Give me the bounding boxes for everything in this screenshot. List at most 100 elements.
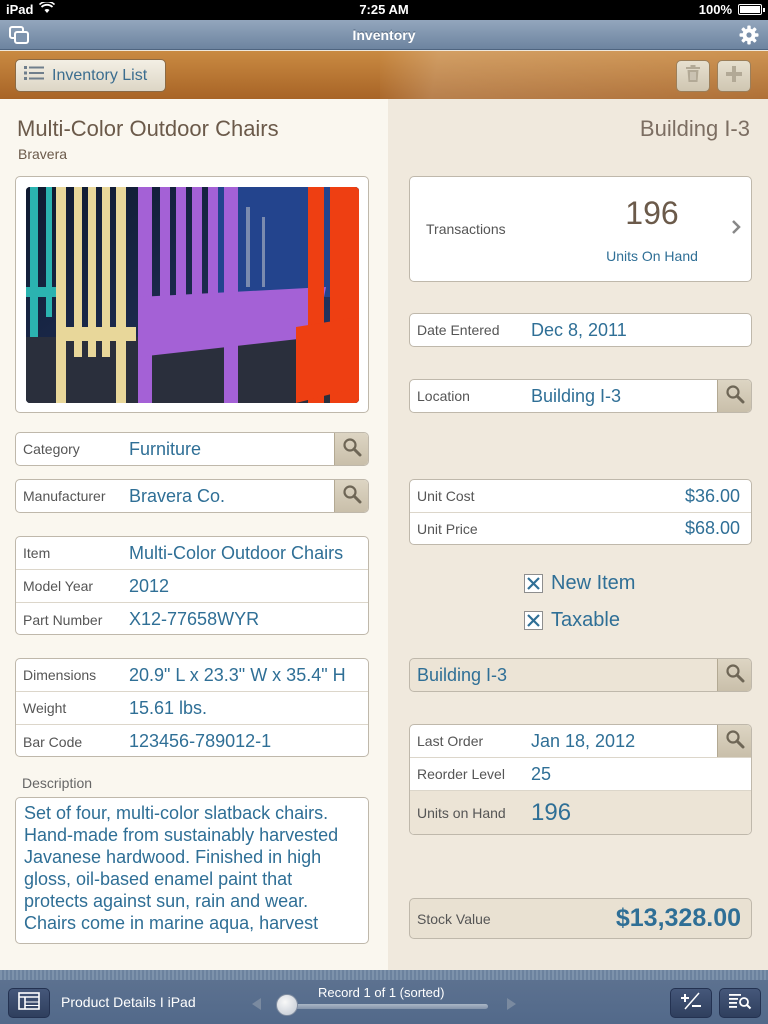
- category-field: Category Furniture: [15, 432, 369, 466]
- app-title: Inventory: [352, 27, 416, 43]
- delete-button[interactable]: [676, 60, 710, 92]
- manufacturer-value[interactable]: Bravera Co.: [129, 486, 225, 507]
- search-icon: [342, 484, 362, 509]
- product-photo-frame[interactable]: [15, 176, 369, 413]
- last-order-label: Last Order: [417, 733, 484, 749]
- ordering-group: Last Order Jan 18, 2012 Reorder Level 25…: [409, 724, 752, 835]
- pricing-group: Unit Cost $36.00 Unit Price $68.00: [409, 479, 752, 545]
- location-label: Location: [417, 388, 470, 404]
- location-lookup-button[interactable]: [717, 380, 751, 412]
- category-value[interactable]: Furniture: [129, 439, 201, 460]
- item-manufacturer: Bravera: [18, 146, 68, 162]
- dimensions-value[interactable]: 20.9" L x 23.3" W x 35.4" H: [129, 665, 346, 686]
- title-bar: Inventory: [0, 20, 768, 50]
- plus-minus-icon: [679, 992, 703, 1015]
- layout-name: Product Details I iPad: [61, 994, 196, 1010]
- weight-label: Weight: [23, 700, 67, 716]
- taxable-label: Taxable: [551, 609, 620, 631]
- transactions-sublabel: Units On Hand: [606, 248, 698, 264]
- reorder-level-label: Reorder Level: [417, 766, 505, 782]
- manufacturer-field: Manufacturer Bravera Co.: [15, 479, 369, 513]
- battery-percent: 100%: [698, 2, 732, 17]
- transactions-count: 196: [625, 195, 679, 231]
- location-value[interactable]: Building I-3: [531, 386, 621, 407]
- chevron-right-icon: [731, 219, 741, 240]
- bottom-bar: Product Details I iPad Record 1 of 1 (so…: [0, 970, 768, 1024]
- find-records-button[interactable]: [719, 988, 761, 1018]
- category-lookup-button[interactable]: [334, 433, 368, 465]
- reorder-level-value[interactable]: 25: [531, 764, 551, 785]
- item-value[interactable]: Multi-Color Outdoor Chairs: [129, 543, 343, 564]
- last-order-lookup-button[interactable]: [717, 725, 751, 757]
- stock-value-field: Stock Value $13,328.00: [409, 898, 752, 939]
- status-time: 7:25 AM: [359, 2, 409, 17]
- stock-value-label: Stock Value: [417, 911, 491, 927]
- item-label: Item: [23, 545, 51, 561]
- dimensions-label: Dimensions: [23, 667, 97, 683]
- checkbox-checked-icon: [524, 611, 543, 630]
- next-record-icon[interactable]: [504, 996, 520, 1012]
- location-lookup-field: Building I-3: [409, 658, 752, 692]
- unit-price-label: Unit Price: [417, 520, 478, 537]
- search-icon: [725, 729, 745, 754]
- units-on-hand-label: Units on Hand: [417, 804, 506, 821]
- last-order-value[interactable]: Jan 18, 2012: [531, 731, 635, 752]
- list-search-icon: [728, 992, 752, 1015]
- edit-records-button[interactable]: [670, 988, 712, 1018]
- checkbox-checked-icon: [524, 574, 543, 593]
- unit-cost-label: Unit Cost: [417, 488, 475, 504]
- record-status: Record 1 of 1 (sorted): [318, 985, 445, 1000]
- date-entered-value[interactable]: Dec 8, 2011: [531, 320, 627, 341]
- inventory-list-button[interactable]: Inventory List: [15, 59, 166, 92]
- part-number-value[interactable]: X12-77658WYR: [129, 609, 259, 630]
- taxable-checkbox[interactable]: Taxable: [524, 609, 620, 632]
- battery-icon: [738, 4, 765, 15]
- item-title: Multi-Color Outdoor Chairs: [17, 116, 279, 141]
- new-item-label: New Item: [551, 572, 636, 594]
- search-icon: [725, 384, 745, 409]
- record-slider-thumb[interactable]: [276, 994, 298, 1016]
- bottom-bar-stripe: [0, 970, 768, 980]
- stock-value-amount: $13,328.00: [615, 904, 741, 932]
- location-lookup-button-2[interactable]: [717, 659, 751, 691]
- model-year-value[interactable]: 2012: [129, 576, 169, 597]
- part-number-label: Part Number: [23, 611, 103, 628]
- add-record-button[interactable]: [717, 60, 751, 92]
- gear-icon[interactable]: [738, 24, 760, 46]
- item-details-group: Item Multi-Color Outdoor Chairs Model Ye…: [15, 536, 369, 635]
- unit-cost-value[interactable]: $36.00: [685, 486, 740, 507]
- weight-value[interactable]: 15.61 lbs.: [129, 698, 207, 719]
- product-photo: [26, 187, 359, 403]
- manufacturer-lookup-button[interactable]: [334, 480, 368, 512]
- bar-code-label: Bar Code: [23, 733, 83, 750]
- toolbar: Inventory List: [0, 51, 768, 99]
- search-icon: [342, 437, 362, 462]
- bar-code-value[interactable]: 123456-789012-1: [129, 731, 271, 752]
- unit-price-value[interactable]: $68.00: [685, 518, 740, 539]
- date-entered-field: Date Entered Dec 8, 2011: [409, 313, 752, 347]
- status-bar: iPad 7:25 AM 100%: [0, 0, 768, 20]
- inventory-list-label: Inventory List: [52, 66, 148, 84]
- layout-icon: [18, 991, 40, 1015]
- record-slider-track[interactable]: [280, 1004, 488, 1009]
- plus-icon: [725, 65, 743, 88]
- physical-details-group: Dimensions 20.9" L x 23.3" W x 35.4" H W…: [15, 658, 369, 757]
- location-heading: Building I-3: [639, 116, 750, 141]
- date-entered-label: Date Entered: [417, 322, 500, 338]
- units-on-hand-value: 196: [531, 798, 572, 826]
- description-field[interactable]: Set of four, multi-color slatback chairs…: [15, 797, 369, 944]
- list-icon: [24, 65, 44, 86]
- location-lookup-value[interactable]: Building I-3: [417, 665, 507, 686]
- layouts-button[interactable]: [8, 988, 50, 1018]
- search-icon: [725, 663, 745, 688]
- location-field: Location Building I-3: [409, 379, 752, 413]
- manufacturer-label: Manufacturer: [23, 488, 106, 504]
- description-label: Description: [22, 775, 93, 791]
- category-label: Category: [23, 441, 80, 457]
- trash-icon: [685, 64, 701, 88]
- transactions-label: Transactions: [426, 221, 506, 237]
- previous-record-icon[interactable]: [248, 996, 264, 1012]
- new-item-checkbox[interactable]: New Item: [524, 572, 635, 595]
- model-year-label: Model Year: [23, 578, 94, 594]
- transactions-button[interactable]: Transactions 196 Units On Hand: [409, 176, 752, 282]
